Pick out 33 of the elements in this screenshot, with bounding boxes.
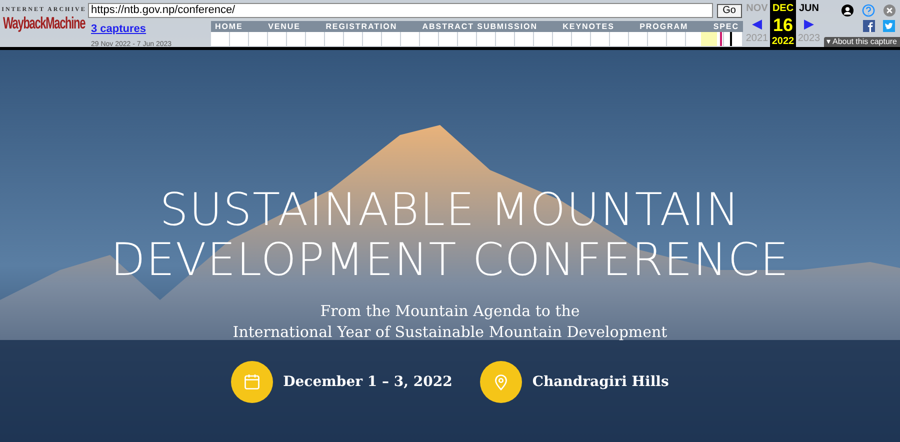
year-label: 2023 [798, 32, 820, 46]
year-label: 2022 [772, 35, 794, 49]
nav-link[interactable]: REGISTRATION [326, 22, 398, 32]
month-label: JUN [798, 2, 819, 16]
captures-link[interactable]: 3 captures [91, 21, 211, 38]
event-detail: December 1 – 3, 2022 [283, 372, 452, 392]
nav-link[interactable]: PROGRAM [640, 22, 688, 32]
event-detail: Chandragiri Hills [532, 372, 669, 392]
hero-subtitle: International Year of Sustainable Mountain Development [232, 322, 668, 343]
nav-link[interactable]: VENUE [268, 22, 300, 32]
calendar-icon [243, 373, 262, 391]
month-label: DEC [772, 2, 794, 16]
user-icon[interactable] [841, 4, 854, 17]
twitter-icon[interactable] [883, 20, 895, 32]
day-label: 16 [772, 16, 794, 34]
wayback-logo: WaybackMachine [2, 16, 86, 33]
calendar-column[interactable]: DEC 16 2022 [770, 0, 796, 47]
facebook-icon[interactable] [863, 20, 875, 32]
url-field[interactable]: https://ntb.gov.np/conference/ [88, 3, 713, 18]
month-label: NOV [746, 2, 768, 16]
year-label: 2021 [746, 32, 768, 46]
next-arrow-icon[interactable]: ▶ [804, 17, 814, 30]
calendar-column[interactable]: JUN ▶ 2023 [796, 0, 822, 47]
close-icon[interactable] [883, 4, 896, 17]
hero-subtitle: From the Mountain Agenda to the [320, 301, 580, 322]
nav-link[interactable]: ABSTRACT SUBMISSION [422, 22, 538, 32]
nav-link[interactable]: HOME [215, 22, 243, 32]
go-button[interactable]: Go [716, 4, 742, 18]
nav-link[interactable]: KEYNOTES [562, 22, 614, 32]
about-capture-button[interactable]: ▾ About this capture [824, 37, 900, 47]
prev-arrow-icon[interactable]: ◀ [752, 17, 762, 30]
calendar-column[interactable]: NOV ◀ 2021 [744, 0, 770, 47]
nav-link[interactable]: SPEC [713, 22, 739, 32]
